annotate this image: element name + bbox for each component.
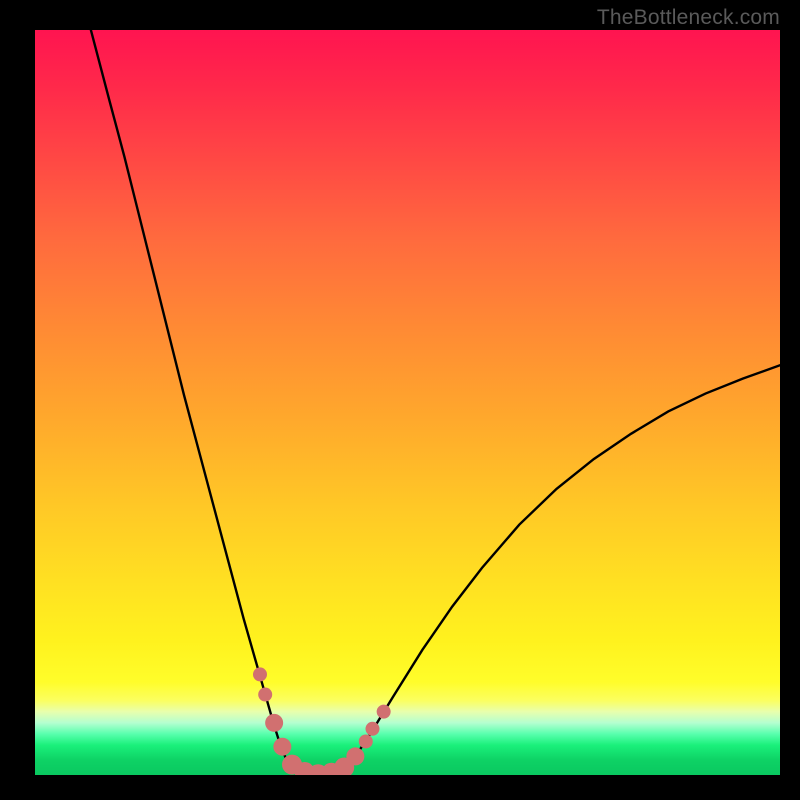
curve-path: [91, 30, 780, 775]
curve-marker: [258, 688, 272, 702]
curve-marker: [273, 738, 291, 756]
curve-marker: [265, 714, 283, 732]
curve-marker: [346, 747, 364, 765]
watermark-text: TheBottleneck.com: [597, 6, 780, 30]
curve-marker: [365, 722, 379, 736]
curve-marker: [253, 667, 267, 681]
bottleneck-curve: [91, 30, 780, 775]
curve-marker: [377, 705, 391, 719]
curve-marker: [359, 734, 373, 748]
curve-markers: [253, 667, 391, 775]
chart-svg: [35, 30, 780, 775]
plot-area: [35, 30, 780, 775]
chart-frame: TheBottleneck.com: [0, 0, 800, 800]
